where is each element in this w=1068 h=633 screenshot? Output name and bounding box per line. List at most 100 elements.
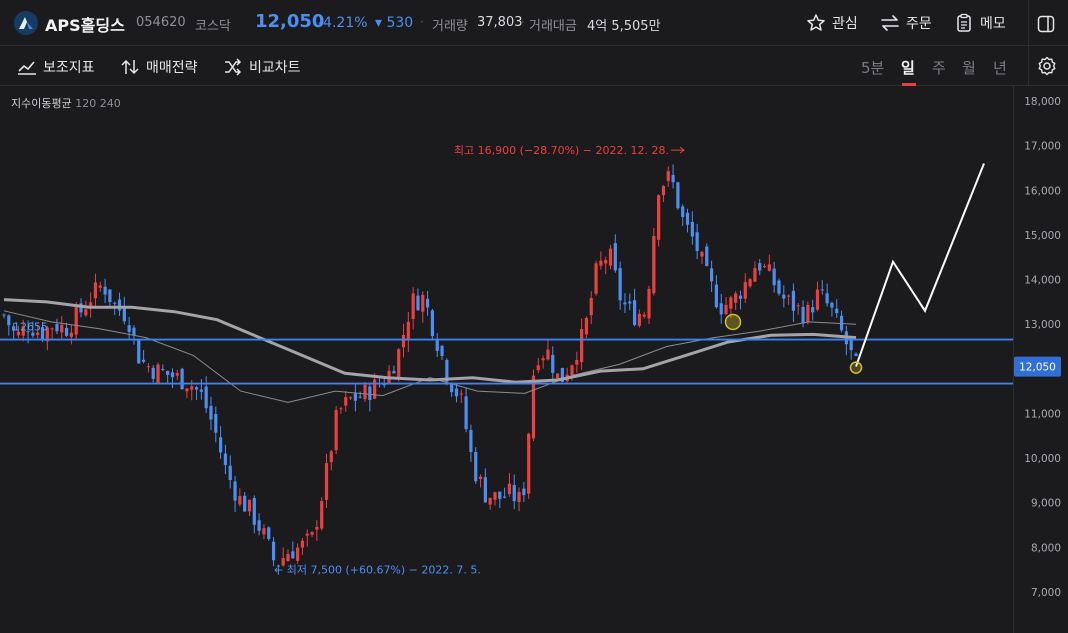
candle-body	[700, 251, 704, 257]
candle-body	[60, 324, 64, 333]
candle-body	[474, 452, 478, 482]
change-amount: ▾ 530	[375, 15, 414, 31]
candle-body	[758, 263, 762, 271]
candle-body	[204, 386, 208, 409]
y-tick-label: 8,000	[1031, 542, 1061, 554]
candle-body	[228, 465, 232, 481]
stock-code: 054620	[136, 15, 186, 30]
candle-body	[194, 387, 199, 390]
candle-body	[300, 540, 305, 548]
candle-body	[546, 349, 550, 360]
candle-body	[209, 405, 213, 420]
y-tick-label: 16,000	[1024, 185, 1061, 197]
y-tick-label: 13,000	[1024, 319, 1061, 331]
volume-value: 37,803	[477, 15, 523, 30]
candle-body	[166, 370, 170, 375]
candle-body	[291, 551, 295, 559]
price-chart[interactable]: 18,000 17,000 16,000 15,000 14,000 13,000 12,0…	[0, 86, 1068, 633]
indicator-legend[interactable]: 지수이동평균 120 240	[11, 95, 121, 111]
watch-button[interactable]: 관심	[806, 12, 858, 34]
candle-body	[368, 386, 372, 401]
volume-label: 거래량	[432, 19, 468, 34]
chart-toolbar: 보조지표 매매전략 비교차트 5분 일 주 월 년	[0, 46, 1068, 86]
candle-body	[170, 372, 175, 378]
candle-body	[608, 248, 613, 266]
candle-body	[324, 463, 329, 500]
candle-body	[296, 547, 300, 561]
candle-body	[753, 268, 757, 282]
low-annotation: ← 최저 7,500 (+60.67%) − 2022. 7. 5.	[274, 564, 481, 577]
candle-body	[425, 298, 430, 308]
candle-body	[806, 304, 810, 323]
y-tick-label: 11,000	[1024, 408, 1061, 420]
period-tab-month[interactable]: 월	[962, 57, 976, 78]
candle-body	[50, 328, 54, 330]
candle-body	[344, 397, 348, 406]
star-icon	[807, 14, 825, 31]
clipboard-icon	[957, 13, 971, 32]
period-tab-year[interactable]: 년	[993, 57, 1007, 78]
candle-body	[430, 310, 435, 337]
candle-body	[93, 282, 98, 299]
candle-body	[503, 496, 507, 498]
candle-body	[787, 295, 791, 297]
candle-body	[584, 317, 589, 335]
candle-body	[801, 306, 805, 324]
candle-body	[522, 488, 526, 496]
compare-label: 비교차트	[249, 60, 301, 76]
strategy-button[interactable]: 매매전략	[120, 57, 198, 77]
candle-body	[185, 388, 189, 392]
candle-body	[825, 293, 829, 304]
period-tab-day[interactable]: 일	[901, 57, 915, 78]
shuffle-icon	[225, 58, 242, 76]
candle-body	[791, 290, 796, 311]
stock-name[interactable]: APS홀딩스	[45, 12, 125, 36]
period-tab-5min[interactable]: 5분	[861, 57, 884, 78]
candle-body	[435, 338, 439, 351]
candle-body	[738, 295, 743, 299]
panel-toggle-button[interactable]	[1037, 13, 1061, 35]
candle-body	[835, 308, 839, 314]
candle-body	[690, 221, 694, 237]
candle-body	[661, 186, 666, 196]
candle-body	[777, 280, 781, 294]
period-tab-week[interactable]: 주	[932, 57, 946, 78]
candle-body	[223, 453, 228, 466]
compare-button[interactable]: 비교차트	[223, 57, 301, 77]
candle-body	[238, 496, 242, 505]
candle-body	[74, 307, 78, 335]
order-button[interactable]: 주문	[880, 12, 932, 34]
candle-body	[69, 332, 73, 337]
current-price-label: 12,050	[1019, 362, 1056, 374]
memo-label: 메모	[980, 16, 1006, 32]
axis-divider	[1013, 86, 1014, 633]
candle-body	[329, 451, 333, 463]
candle-body	[507, 483, 512, 495]
indicators-button[interactable]: 보조지표	[17, 57, 95, 77]
candle-body	[671, 175, 675, 183]
candle-body	[762, 266, 767, 268]
candle-body	[811, 307, 815, 313]
candle-body	[219, 437, 223, 453]
candle-body	[618, 268, 622, 301]
candle-body	[397, 349, 401, 378]
indicator-name: 지수이동평균	[11, 97, 72, 110]
candle-body	[796, 305, 800, 307]
marker-circle	[849, 361, 863, 374]
candle-body	[570, 365, 574, 375]
chart-settings-button[interactable]	[1037, 55, 1063, 77]
candle-body	[416, 295, 420, 311]
candle-body	[613, 243, 617, 271]
indicators-label: 보조지표	[43, 60, 95, 76]
order-label: 주문	[906, 16, 932, 32]
candle-body	[175, 373, 179, 376]
candle-body	[748, 279, 752, 287]
candle-body	[555, 373, 560, 379]
candle-body	[108, 289, 112, 303]
candle-body	[84, 309, 88, 316]
candle-body	[820, 289, 824, 291]
memo-button[interactable]: 메모	[954, 12, 1006, 34]
candle-body	[695, 232, 699, 251]
strategy-label: 매매전략	[146, 60, 198, 76]
candle-body	[493, 492, 497, 500]
